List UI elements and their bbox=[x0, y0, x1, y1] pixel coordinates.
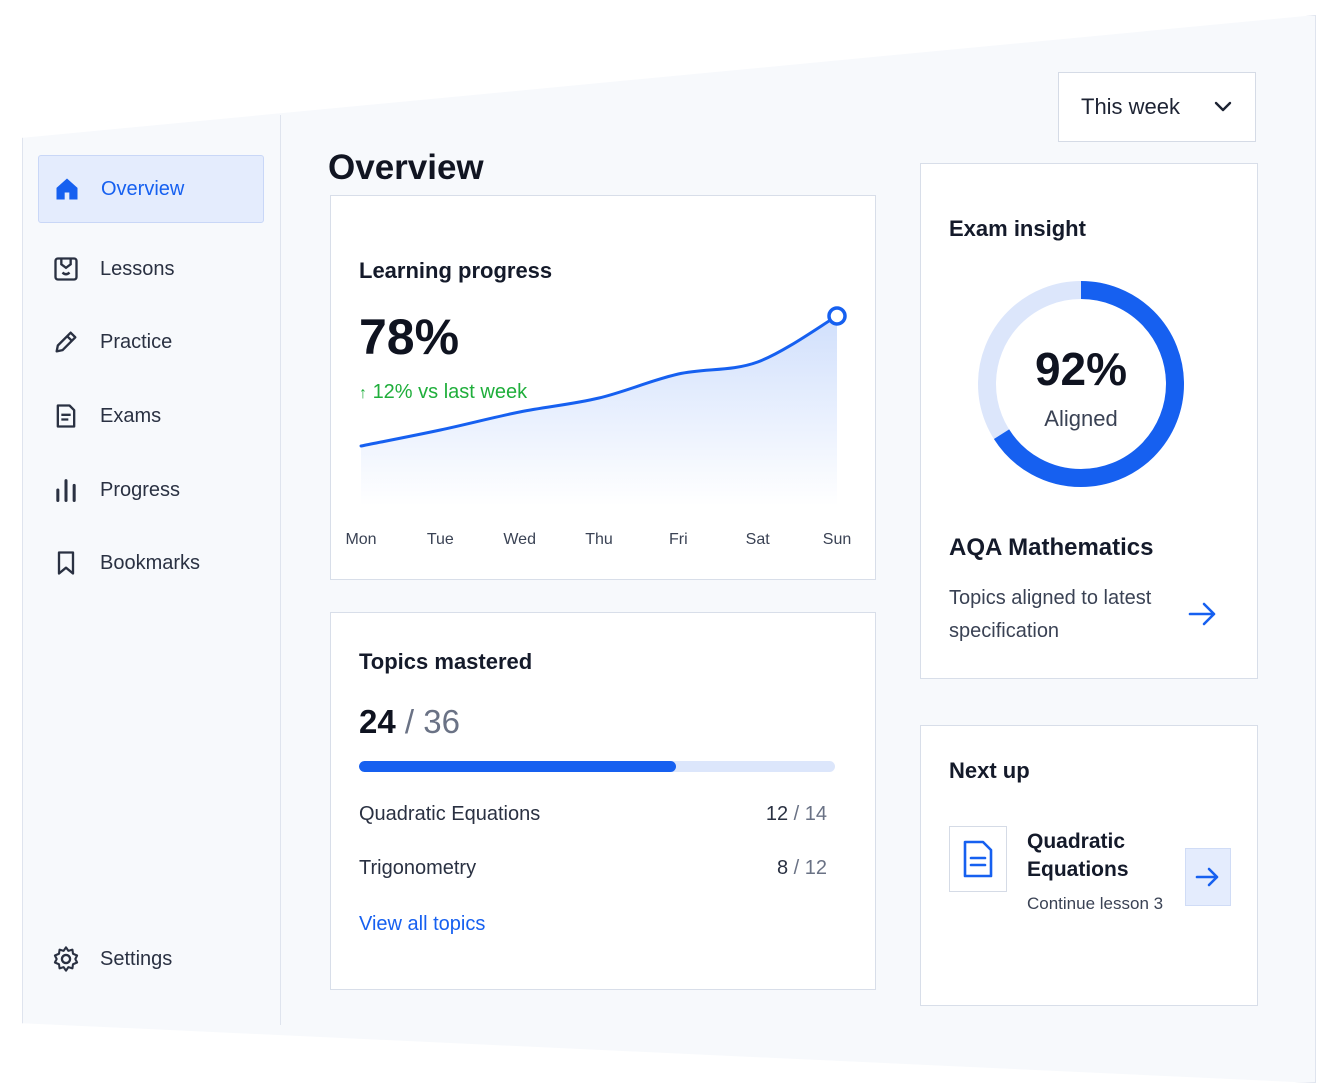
sidebar-item-label: Overview bbox=[101, 177, 185, 200]
sidebar-item-label: Bookmarks bbox=[100, 551, 201, 574]
x-tick-label: Sun bbox=[823, 531, 851, 548]
sidebar: Overview Lessons Practice Exams Progress… bbox=[22, 115, 281, 1025]
sidebar-item-overview[interactable]: Overview bbox=[38, 155, 264, 223]
arrow-right-icon bbox=[1188, 602, 1216, 626]
topic-score: 8 / 12 bbox=[777, 857, 827, 880]
topics-progress-bar bbox=[359, 761, 835, 772]
mastered-count: 24 bbox=[359, 703, 396, 740]
x-tick-label: Sat bbox=[746, 531, 771, 548]
topics-mastered-title: Topics mastered bbox=[359, 649, 533, 674]
topics-progress-fill bbox=[359, 761, 677, 772]
x-tick-label: Tue bbox=[427, 531, 454, 548]
exam-details-arrow-button[interactable] bbox=[1187, 600, 1219, 633]
continue-lesson-button[interactable] bbox=[1185, 848, 1231, 906]
sidebar-item-label: Exams bbox=[100, 404, 162, 427]
period-select-value: This week bbox=[1081, 94, 1181, 119]
page-title: Overview bbox=[328, 148, 484, 187]
sidebar-item-bookmarks[interactable]: Bookmarks bbox=[38, 529, 264, 597]
sidebar-item-label: Lessons bbox=[100, 257, 175, 280]
next-up-title: Next up bbox=[949, 758, 1030, 783]
x-tick-label: Thu bbox=[585, 531, 613, 548]
lessons-icon bbox=[52, 255, 80, 283]
x-tick-label: Mon bbox=[345, 531, 376, 548]
home-icon bbox=[53, 175, 81, 203]
chevron-down-icon bbox=[1213, 94, 1233, 120]
topic-name: Trigonometry bbox=[359, 857, 477, 879]
sidebar-item-practice[interactable]: Practice bbox=[38, 308, 264, 376]
topic-name: Quadratic Equations bbox=[359, 803, 541, 825]
exam-document-icon bbox=[52, 402, 80, 430]
x-tick-label: Fri bbox=[669, 531, 688, 548]
settings-button[interactable]: Settings bbox=[38, 925, 264, 993]
document-icon bbox=[963, 840, 993, 878]
topics-mastered-card: Topics mastered 24 / 36 Quadratic Equati… bbox=[330, 612, 876, 990]
data-point-last bbox=[827, 306, 847, 326]
sidebar-item-lessons[interactable]: Lessons bbox=[38, 235, 264, 303]
topic-row: Quadratic Equations 12 / 14 bbox=[359, 803, 827, 826]
topic-score: 12 / 14 bbox=[766, 803, 827, 826]
sidebar-item-progress[interactable]: Progress bbox=[38, 456, 264, 524]
topic-done: 8 bbox=[776, 857, 789, 879]
alignment-status: Aligned bbox=[1044, 406, 1118, 431]
sidebar-item-label: Progress bbox=[100, 478, 181, 501]
exam-board-name: AQA Mathematics bbox=[949, 534, 1154, 561]
next-up-card: Next up Quadratic Equations Continue les… bbox=[920, 725, 1258, 1006]
view-all-topics-link[interactable]: View all topics bbox=[359, 913, 485, 936]
period-select[interactable]: This week bbox=[1058, 72, 1256, 142]
x-tick-label: Wed bbox=[503, 531, 536, 548]
series-area bbox=[361, 316, 837, 506]
settings-label: Settings bbox=[100, 947, 173, 970]
exam-insight-card: Exam insight 92% Aligned AQA Mathematics… bbox=[920, 163, 1258, 679]
bookmark-icon bbox=[52, 549, 80, 577]
pencil-icon bbox=[52, 328, 80, 356]
sidebar-item-label: Practice bbox=[100, 330, 173, 353]
bar-chart-icon bbox=[52, 476, 80, 504]
gear-icon bbox=[52, 945, 80, 973]
lesson-document-tile bbox=[949, 826, 1007, 892]
topics-mastered-count: 24 / 36 bbox=[359, 703, 460, 741]
topic-total: / 12 bbox=[793, 857, 827, 879]
exam-description: Topics aligned to latest specification bbox=[949, 587, 1152, 642]
topic-row: Trigonometry 8 / 12 bbox=[359, 857, 827, 880]
next-lesson-subtitle: Continue lesson 3 bbox=[1027, 894, 1164, 913]
sidebar-item-exams[interactable]: Exams bbox=[38, 382, 264, 450]
alignment-percent: 92% bbox=[1034, 343, 1128, 395]
total-count: / 36 bbox=[404, 703, 460, 740]
next-lesson-title: Quadratic Equations bbox=[1027, 830, 1129, 881]
learning-progress-chart: Mon Tue Wed Thu Fri Sat Sun bbox=[345, 306, 851, 548]
topic-done: 12 bbox=[765, 803, 789, 825]
arrow-right-icon bbox=[1195, 867, 1219, 887]
learning-progress-card: Learning progress 78% ↑ 12% vs last week… bbox=[330, 195, 876, 580]
topic-total: / 14 bbox=[793, 803, 827, 825]
